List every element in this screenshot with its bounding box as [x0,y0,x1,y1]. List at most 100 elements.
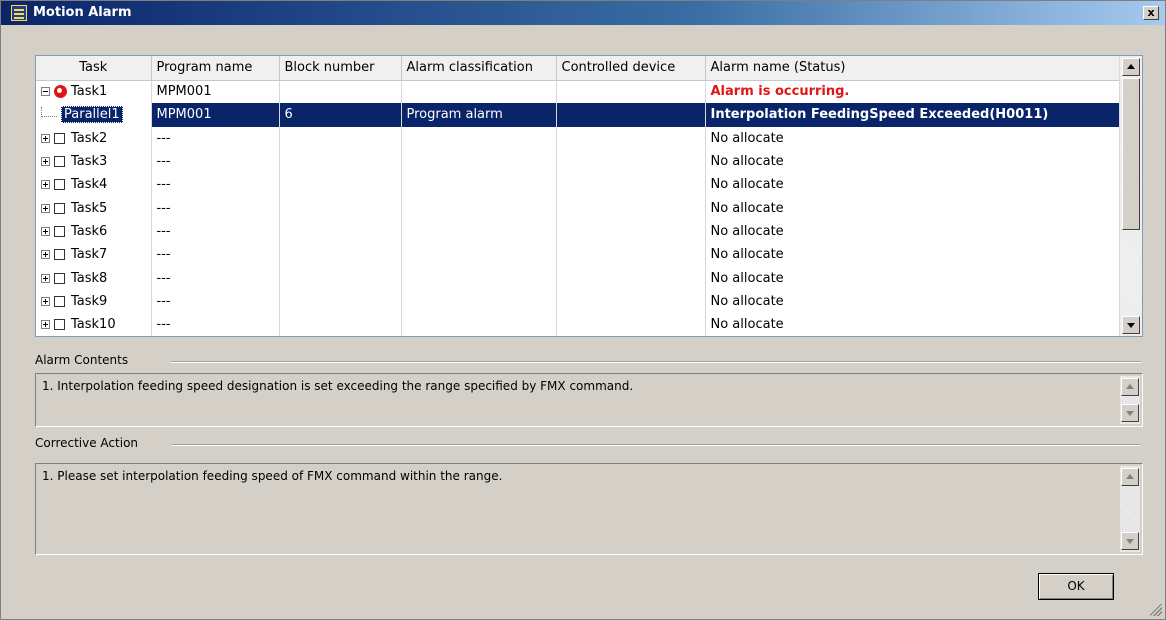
close-button[interactable]: x [1143,6,1159,20]
device-cell [556,80,706,104]
classification-cell [401,173,557,197]
column-header-program[interactable]: Program name [151,56,280,81]
alarm-contents-text: 1. Interpolation feeding speed designati… [42,379,634,393]
table-row[interactable]: Task3 --- No allocate [36,149,1119,174]
expand-icon[interactable] [41,273,50,283]
task-checkbox[interactable] [54,202,65,214]
status-cell: No allocate [705,312,1119,336]
task-checkbox[interactable] [54,179,65,191]
alarm-contents-box[interactable]: 1. Interpolation feeding speed designati… [35,373,1143,427]
task-checkbox[interactable] [54,272,65,284]
task-name: Task4 [71,177,108,193]
block-cell [279,289,402,313]
expand-icon[interactable] [41,296,50,306]
title-bar[interactable]: Motion Alarm x [1,1,1165,25]
device-cell [556,196,706,220]
corrective-action-scrollbar[interactable] [1120,466,1140,552]
table-row[interactable]: Task8 --- No allocate [36,266,1119,290]
task-cell: Task4 [36,173,152,197]
task-name: Parallel1 [61,106,123,124]
column-header-device[interactable]: Controlled device [556,56,706,81]
table-row[interactable]: Task6 --- No allocate [36,219,1119,244]
status-cell: No allocate [705,289,1119,313]
expand-icon[interactable] [41,203,50,213]
status-cell: No allocate [705,266,1119,290]
scroll-down-arrow-icon[interactable] [1121,532,1139,550]
expand-icon[interactable] [41,157,50,167]
device-cell [556,126,706,150]
task-checkbox[interactable] [54,249,65,261]
status-cell: No allocate [705,219,1119,244]
task-name: Task8 [71,270,108,286]
task-checkbox[interactable] [54,319,65,331]
corrective-action-box[interactable]: 1. Please set interpolation feeding spee… [35,463,1143,555]
task-name: Task5 [71,200,108,216]
task-cell: Task1 [36,80,152,104]
table-row[interactable]: Task5 --- No allocate [36,196,1119,220]
scroll-down-arrow-icon[interactable] [1121,404,1139,422]
app-icon [11,5,27,21]
task-cell: Task2 [36,126,152,150]
resize-grip-icon[interactable] [1150,604,1162,616]
grid-vertical-scrollbar[interactable] [1119,56,1142,336]
classification-cell [401,149,557,174]
block-cell [279,173,402,197]
column-header-status[interactable]: Alarm name (Status) [705,56,1119,81]
status-cell: No allocate [705,196,1119,220]
classification-cell [401,219,557,244]
table-row[interactable]: Task7 --- No allocate [36,243,1119,267]
device-cell [556,219,706,244]
header-row: Task Program name Block number Alarm cla… [36,56,1119,81]
program-cell: --- [151,126,280,150]
block-cell [279,312,402,336]
expand-icon[interactable] [41,320,50,330]
table-row[interactable]: Task2 --- No allocate [36,126,1119,150]
corrective-action-text: 1. Please set interpolation feeding spee… [42,469,503,483]
column-header-block[interactable]: Block number [279,56,402,81]
expand-icon[interactable] [41,133,50,143]
task-name: Task3 [71,154,108,170]
status-cell: No allocate [705,173,1119,197]
scroll-up-arrow-icon[interactable] [1121,378,1139,396]
scroll-up-arrow-icon[interactable] [1121,468,1139,486]
alarm-indicator-icon [54,85,67,99]
status-cell: No allocate [705,149,1119,174]
expand-icon[interactable] [41,226,50,236]
device-cell [556,289,706,313]
alarm-contents-scrollbar[interactable] [1120,376,1140,424]
block-cell: 6 [279,103,402,127]
table-row-selected[interactable]: Parallel1 MPM001 6 Program alarm Interpo… [36,103,1119,127]
table-row[interactable]: Task10 --- No allocate [36,312,1119,336]
task-checkbox[interactable] [54,225,65,237]
table-row[interactable]: Task1 MPM001 Alarm is occurring. [36,80,1119,104]
corrective-action-label: Corrective Action [35,436,149,450]
motion-alarm-window: Motion Alarm x Task Program name Block n… [0,0,1166,620]
ok-button[interactable]: OK [1038,573,1114,600]
device-cell [556,103,706,127]
expand-icon[interactable] [41,250,50,260]
task-checkbox[interactable] [54,295,65,307]
device-cell [556,149,706,174]
block-cell [279,266,402,290]
task-grid: Task Program name Block number Alarm cla… [35,55,1143,337]
column-header-classification[interactable]: Alarm classification [401,56,557,81]
expand-icon[interactable] [41,180,50,190]
table-row[interactable]: Task4 --- No allocate [36,173,1119,197]
task-checkbox[interactable] [54,132,65,144]
scroll-down-arrow-icon[interactable] [1122,316,1140,334]
column-header-task[interactable]: Task [36,56,152,81]
device-cell [556,243,706,267]
scroll-up-arrow-icon[interactable] [1122,58,1140,76]
classification-cell [401,126,557,150]
table-row[interactable]: Task9 --- No allocate [36,289,1119,313]
alarm-contents-label: Alarm Contents [35,353,139,367]
task-cell: Task9 [36,289,152,313]
scroll-thumb[interactable] [1122,78,1140,230]
block-cell [279,196,402,220]
task-name: Task9 [71,293,108,309]
task-checkbox[interactable] [54,156,65,168]
program-cell: --- [151,219,280,244]
task-cell: Task10 [36,312,152,336]
collapse-icon[interactable] [41,87,50,97]
task-name: Task1 [71,84,108,100]
